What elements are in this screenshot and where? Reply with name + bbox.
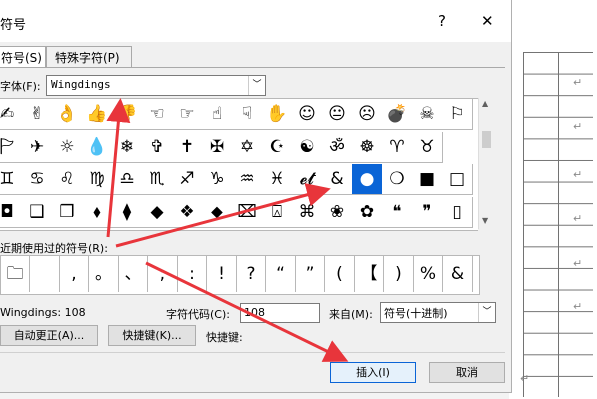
arrow-to-font-select — [106, 98, 131, 238]
arrow-to-selected-symbol — [115, 183, 331, 248]
arrow-to-insert-button — [145, 261, 349, 362]
annotation-arrows — [106, 98, 349, 362]
